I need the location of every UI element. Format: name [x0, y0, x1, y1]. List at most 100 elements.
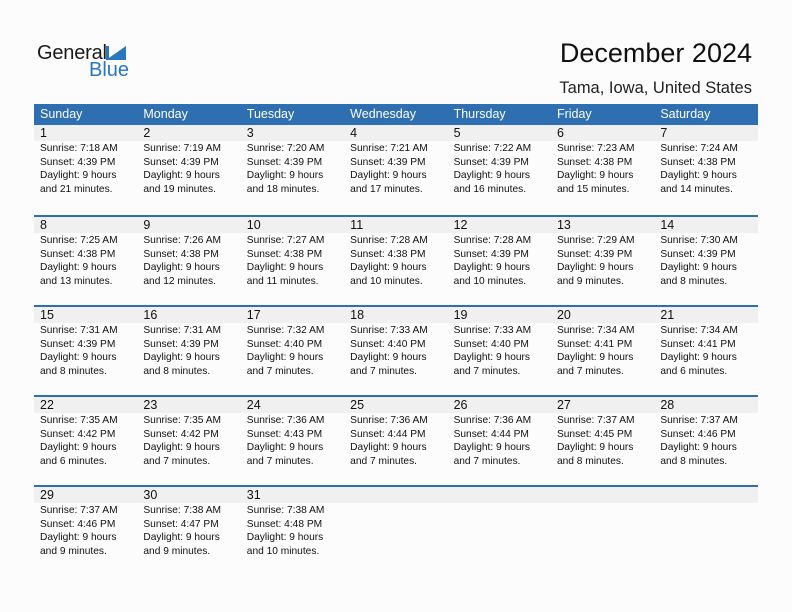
- daylight-hours: Daylight: 9 hours: [40, 262, 117, 273]
- daylight-minutes: and 14 minutes.: [660, 183, 733, 195]
- day-number: [551, 487, 654, 503]
- sunset-time: Sunset: 4:47 PM: [143, 518, 219, 530]
- sunset-time: Sunset: 4:42 PM: [143, 428, 219, 440]
- weekday-header-cell: Wednesday: [350, 107, 416, 121]
- sunset-time: Sunset: 4:38 PM: [350, 248, 426, 260]
- day-number-row: 1 2 3 4 5 6 7: [34, 125, 758, 141]
- sunrise-time: Sunrise: 7:20 AM: [246, 143, 325, 154]
- daylight-hours: Daylight: 9 hours: [660, 442, 737, 453]
- daylight-hours: Daylight: 9 hours: [143, 532, 220, 543]
- daylight-hours: Daylight: 9 hours: [453, 262, 531, 273]
- sunrise-time: Sunrise: 7:32 AM: [246, 325, 325, 336]
- daylight-minutes: and 6 minutes.: [40, 455, 107, 467]
- day-number: 13: [556, 218, 571, 232]
- sunset-time: Sunset: 4:46 PM: [40, 518, 116, 530]
- sunrise-time: Sunrise: 7:21 AM: [350, 143, 428, 154]
- day-number: 2: [143, 126, 151, 140]
- day-cell: Sunrise: 7:35 AM Sunset: 4:42 PM Daylight:…: [34, 413, 137, 468]
- sunset-time: Sunset: 4:39 PM: [556, 248, 633, 260]
- weekday-header-cell: Sunday: [40, 107, 83, 121]
- daylight-minutes: and 6 minutes.: [660, 365, 728, 377]
- day-number: 7: [660, 126, 668, 140]
- week-row: 22 23 24 25 26 27 28 Sunrise: 7:35 AM Sunset: 4:…: [34, 395, 758, 485]
- triangle-flag-icon: [106, 46, 126, 60]
- daylight-minutes: and 8 minutes.: [40, 365, 107, 377]
- day-number: 3: [246, 126, 254, 140]
- weekday-header-cell: Monday: [143, 107, 188, 121]
- logo-word-blue: Blue: [89, 59, 130, 81]
- sunset-time: Sunset: 4:39 PM: [350, 156, 426, 168]
- day-number: 23: [143, 398, 158, 412]
- week-row: 29 30 31 Sunrise: 7:37 AM Sunset: 4:46 PM Day…: [34, 485, 758, 575]
- sunrise-time: Sunrise: 7:29 AM: [556, 235, 635, 246]
- day-number: 21: [660, 308, 675, 322]
- sunrise-time: Sunrise: 7:38 AM: [143, 505, 221, 516]
- daylight-hours: Daylight: 9 hours: [350, 352, 427, 363]
- daylight-hours: Daylight: 9 hours: [143, 352, 220, 363]
- sunset-time: Sunset: 4:48 PM: [246, 518, 323, 530]
- day-cell: Sunrise: 7:36 AM Sunset: 4:44 PM Daylight:…: [448, 413, 551, 468]
- day-cell: Sunrise: 7:33 AM Sunset: 4:40 PM Daylight:…: [344, 323, 447, 378]
- day-cell: Sunrise: 7:38 AM Sunset: 4:48 PM Daylight:…: [241, 503, 344, 558]
- sunrise-time: Sunrise: 7:27 AM: [246, 235, 325, 246]
- day-number: 15: [40, 308, 54, 322]
- day-cell: Sunrise: 7:34 AM Sunset: 4:41 PM Daylight:…: [551, 323, 654, 378]
- day-number: 26: [453, 398, 468, 412]
- sunrise-time: Sunrise: 7:24 AM: [660, 143, 738, 154]
- daylight-hours: Daylight: 9 hours: [143, 170, 220, 181]
- sunset-time: Sunset: 4:40 PM: [350, 338, 426, 350]
- calendar-grid: Sunday Monday Tuesday Wednesday Thursday Frid…: [34, 104, 758, 575]
- day-cell: Sunrise: 7:25 AM Sunset: 4:38 PM Daylight:…: [34, 233, 137, 288]
- weekday-header-cell: Saturday: [660, 107, 711, 121]
- day-cell: Sunrise: 7:21 AM Sunset: 4:39 PM Daylight:…: [344, 141, 447, 196]
- sunrise-time: Sunrise: 7:18 AM: [40, 143, 118, 154]
- daylight-hours: Daylight: 9 hours: [350, 442, 427, 453]
- daylight-minutes: and 21 minutes.: [40, 183, 113, 195]
- day-number: 6: [556, 126, 564, 140]
- location-subtitle: Tama, Iowa, United States: [559, 79, 752, 97]
- week-row: 8 9 10 11 12 13 14 Sunrise: 7:25 AM Sunset: 4:38…: [34, 215, 758, 305]
- day-number-row: 22 23 24 25 26 27 28: [34, 397, 758, 413]
- day-info-row: Sunrise: 7:37 AM Sunset: 4:46 PM Daylight:…: [34, 503, 758, 558]
- day-cell: [448, 503, 551, 558]
- day-cell: Sunrise: 7:18 AM Sunset: 4:39 PM Daylight:…: [34, 141, 137, 196]
- daylight-hours: Daylight: 9 hours: [40, 442, 117, 453]
- daylight-minutes: and 10 minutes.: [453, 275, 527, 287]
- day-cell: Sunrise: 7:19 AM Sunset: 4:39 PM Daylight:…: [137, 141, 240, 196]
- daylight-hours: Daylight: 9 hours: [143, 262, 220, 273]
- day-info-row: Sunrise: 7:35 AM Sunset: 4:42 PM Daylight:…: [34, 413, 758, 468]
- sunrise-time: Sunrise: 7:19 AM: [143, 143, 221, 154]
- daylight-minutes: and 17 minutes.: [350, 183, 423, 195]
- daylight-hours: Daylight: 9 hours: [246, 352, 324, 363]
- sunrise-time: Sunrise: 7:33 AM: [350, 325, 428, 336]
- day-number: 30: [143, 488, 158, 502]
- sunrise-time: Sunrise: 7:37 AM: [660, 415, 738, 426]
- sunset-time: Sunset: 4:38 PM: [246, 248, 323, 260]
- sunset-time: Sunset: 4:41 PM: [556, 338, 633, 350]
- daylight-minutes: and 9 minutes.: [143, 545, 211, 557]
- sunset-time: Sunset: 4:44 PM: [453, 428, 529, 440]
- day-number: 17: [246, 308, 261, 322]
- daylight-minutes: and 7 minutes.: [453, 455, 521, 467]
- sunset-time: Sunset: 4:39 PM: [143, 338, 219, 350]
- day-number: 9: [143, 218, 151, 232]
- daylight-minutes: and 7 minutes.: [453, 365, 521, 377]
- sunset-time: Sunset: 4:44 PM: [350, 428, 426, 440]
- sunset-time: Sunset: 4:41 PM: [660, 338, 736, 350]
- day-number: 19: [453, 308, 468, 322]
- day-number: 22: [40, 398, 54, 412]
- daylight-minutes: and 7 minutes.: [350, 365, 417, 377]
- day-cell: Sunrise: 7:34 AM Sunset: 4:41 PM Daylight:…: [654, 323, 757, 378]
- sunset-time: Sunset: 4:39 PM: [143, 156, 219, 168]
- sunrise-time: Sunrise: 7:36 AM: [453, 415, 532, 426]
- sunrise-time: Sunrise: 7:26 AM: [143, 235, 221, 246]
- day-number: 25: [350, 398, 365, 412]
- sunset-time: Sunset: 4:39 PM: [453, 156, 529, 168]
- sunrise-time: Sunrise: 7:35 AM: [40, 415, 118, 426]
- daylight-minutes: and 11 minutes.: [246, 275, 319, 287]
- sunset-time: Sunset: 4:39 PM: [453, 248, 529, 260]
- day-number: 29: [40, 488, 54, 502]
- day-cell: [551, 503, 654, 558]
- day-number-row: 29 30 31: [34, 487, 758, 503]
- day-number: 27: [556, 398, 571, 412]
